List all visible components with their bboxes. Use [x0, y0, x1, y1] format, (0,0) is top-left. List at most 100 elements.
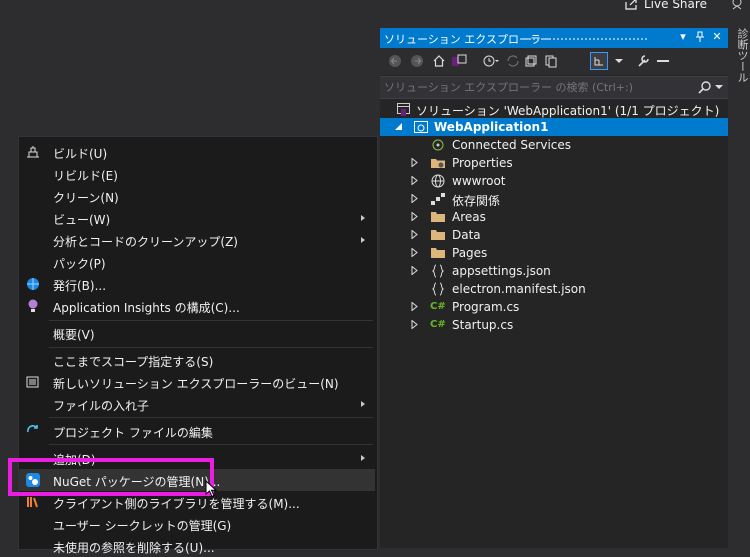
close-icon[interactable]: ✕ — [710, 30, 724, 43]
collapsed-arrow-icon[interactable] — [410, 248, 419, 257]
tree-item-properties[interactable]: Properties — [380, 154, 728, 172]
menu-separator — [49, 347, 373, 348]
diagnostics-tools-tab[interactable]: 診断ツール — [733, 28, 750, 98]
tree-item-pages[interactable]: Pages — [380, 244, 728, 262]
solution-explorer-search[interactable] — [380, 76, 728, 99]
tree-item-data[interactable]: Data — [380, 226, 728, 244]
tree-item-label: Data — [452, 228, 481, 242]
tree-item-label: 依存関係 — [452, 194, 501, 208]
menu-item-new-se-view[interactable]: 新しいソリューション エクスプローラーのビュー(N) — [19, 371, 375, 393]
collapsed-arrow-icon[interactable] — [410, 212, 419, 221]
tree-item-program-cs[interactable]: C# Program.cs — [380, 298, 728, 316]
toolbar-dropdown-icon[interactable] — [610, 52, 628, 70]
web-project-icon — [413, 119, 429, 135]
search-options-dropdown-icon[interactable] — [715, 84, 723, 90]
properties-folder-icon — [430, 155, 446, 171]
tree-item-connected-services[interactable]: Connected Services — [380, 136, 728, 154]
menu-item-user-secrets[interactable]: ユーザー シークレットの管理(G) — [19, 513, 375, 535]
live-share-icon — [624, 0, 638, 11]
submenu-arrow-icon — [361, 215, 365, 221]
app-insights-icon — [25, 298, 41, 314]
folder-icon — [430, 245, 446, 261]
json-file-icon — [430, 263, 446, 279]
menu-item-label: ここまでスコープ指定する(S) — [53, 355, 214, 369]
expanded-arrow-icon[interactable] — [394, 122, 403, 131]
menu-item-build[interactable]: ビルド(U) — [19, 141, 375, 163]
menu-item-label: 発行(B)... — [53, 279, 107, 293]
client-library-icon — [25, 494, 41, 510]
collapsed-arrow-icon[interactable] — [410, 230, 419, 239]
tree-item-label: Startup.cs — [452, 318, 514, 332]
sync-with-active-document-icon[interactable] — [590, 52, 608, 70]
show-all-files-icon[interactable] — [542, 52, 560, 70]
collapse-all-icon[interactable] — [522, 52, 540, 70]
dependencies-icon — [430, 191, 446, 207]
tree-solution-node[interactable]: ソリューション 'WebApplication1' (1/1 プロジェクト) — [380, 100, 728, 118]
menu-item-remove-unused-refs[interactable]: 未使用の参照を削除する(U)... — [19, 535, 375, 557]
submenu-arrow-icon — [361, 237, 365, 243]
menu-item-label: ビュー(W) — [53, 213, 111, 227]
menu-separator — [49, 320, 373, 321]
search-icon[interactable] — [698, 80, 712, 94]
collapsed-arrow-icon[interactable] — [410, 158, 419, 167]
tree-item-label: Properties — [452, 156, 513, 170]
forward-icon[interactable] — [408, 52, 426, 70]
mouse-cursor-icon — [205, 480, 219, 498]
solution-explorer-panel: ソリューション エクスプローラー ▾ ✕ ソリューション 'WebApplica… — [380, 28, 728, 548]
menu-item-view[interactable]: ビュー(W) — [19, 207, 375, 229]
tree-item-areas[interactable]: Areas — [380, 208, 728, 226]
menu-item-label: 新しいソリューション エクスプローラーのビュー(N) — [53, 377, 339, 391]
menu-item-label: ビルド(U) — [53, 147, 108, 161]
solution-explorer-titlebar: ソリューション エクスプローラー ▾ ✕ — [380, 28, 728, 48]
menu-item-label: クリーン(N) — [53, 191, 119, 205]
tree-item-dependencies[interactable]: 依存関係 — [380, 190, 728, 208]
folder-icon — [430, 209, 446, 225]
tree-project-node[interactable]: WebApplication1 — [380, 118, 728, 136]
edit-project-icon — [25, 423, 41, 439]
tree-item-label: Areas — [452, 210, 486, 224]
home-icon[interactable] — [430, 52, 448, 70]
tree-item-label: appsettings.json — [452, 264, 551, 278]
json-file-icon — [430, 281, 446, 297]
collapsed-arrow-icon[interactable] — [410, 266, 419, 275]
menu-item-file-nesting[interactable]: ファイルの入れ子 — [19, 393, 375, 415]
csharp-file-icon: C# — [430, 319, 446, 330]
menu-item-app-insights[interactable]: Application Insights の構成(C)... — [19, 295, 375, 317]
menu-item-scope-to-this[interactable]: ここまでスコープ指定する(S) — [19, 349, 375, 371]
window-menu-dropdown-icon[interactable]: ▾ — [676, 30, 690, 43]
preview-selected-items-icon[interactable] — [654, 52, 672, 70]
tree-item-label: Program.cs — [452, 300, 520, 314]
pin-icon[interactable] — [693, 30, 707, 43]
menu-item-pack[interactable]: パック(P) — [19, 251, 375, 273]
collapsed-arrow-icon[interactable] — [410, 302, 419, 311]
tree-item-appsettings[interactable]: appsettings.json — [380, 262, 728, 280]
tree-item-startup-cs[interactable]: C# Startup.cs — [380, 316, 728, 334]
collapsed-arrow-icon[interactable] — [410, 194, 419, 203]
collapsed-arrow-icon[interactable] — [410, 176, 419, 185]
menu-item-edit-project-file[interactable]: プロジェクト ファイルの編集 — [19, 420, 375, 442]
properties-wrench-icon[interactable] — [634, 52, 652, 70]
menu-item-label: ユーザー シークレットの管理(G) — [53, 519, 232, 533]
menu-item-label: クライアント側のライブラリを管理する(M)... — [53, 497, 300, 511]
live-share-button[interactable]: Live Share — [624, 0, 707, 12]
tree-item-electron-manifest[interactable]: electron.manifest.json — [380, 280, 728, 298]
tree-item-label: electron.manifest.json — [452, 282, 586, 296]
collapsed-arrow-icon[interactable] — [410, 320, 419, 329]
menu-item-analyze-cleanup[interactable]: 分析とコードのクリーンアップ(Z) — [19, 229, 375, 251]
menu-item-clean[interactable]: クリーン(N) — [19, 185, 375, 207]
search-input[interactable] — [384, 79, 684, 95]
tree-item-wwwroot[interactable]: wwwroot — [380, 172, 728, 190]
tree-item-label: Pages — [452, 246, 488, 260]
feedback-icon[interactable] — [730, 0, 746, 12]
switch-views-icon[interactable] — [450, 52, 468, 70]
menu-item-publish[interactable]: 発行(B)... — [19, 273, 375, 295]
sync-icon[interactable] — [504, 52, 522, 70]
menu-item-label: リビルド(E) — [53, 169, 118, 183]
publish-globe-icon — [25, 276, 41, 292]
pending-changes-filter-icon[interactable] — [482, 52, 500, 70]
connected-services-icon — [430, 137, 446, 153]
menu-item-overview[interactable]: 概要(V) — [19, 322, 375, 344]
menu-item-rebuild[interactable]: リビルド(E) — [19, 163, 375, 185]
back-icon[interactable] — [386, 52, 404, 70]
live-share-label: Live Share — [644, 0, 707, 11]
